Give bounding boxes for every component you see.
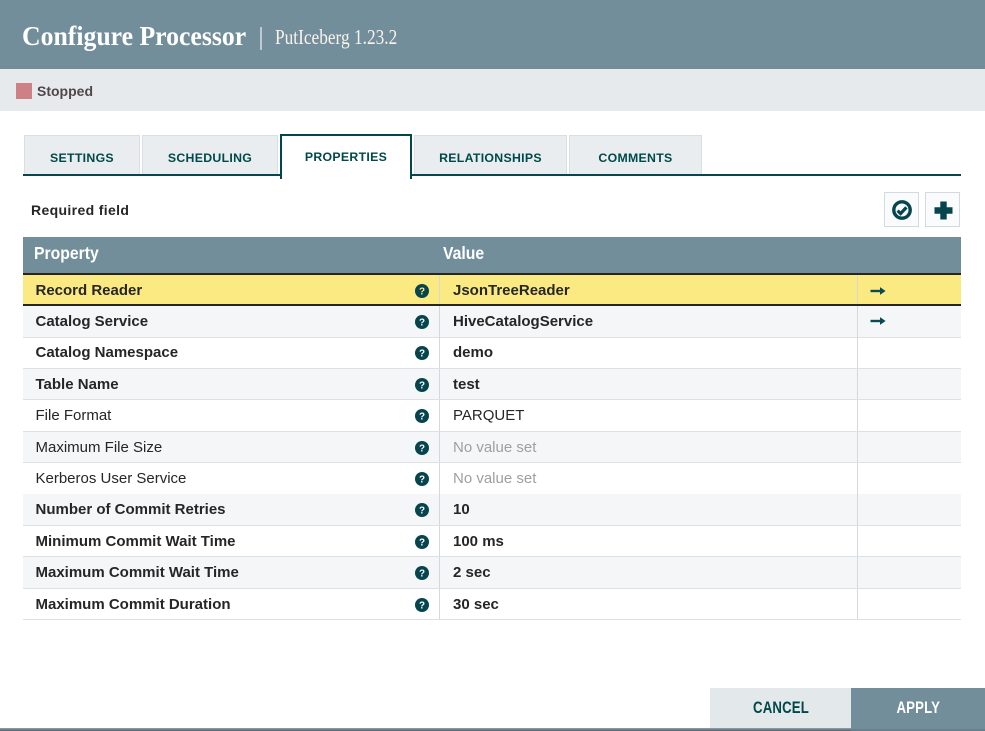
svg-text:?: ? <box>419 475 425 486</box>
svg-text:?: ? <box>419 443 425 454</box>
svg-text:?: ? <box>419 506 425 517</box>
svg-text:?: ? <box>419 600 425 611</box>
svg-text:?: ? <box>419 380 425 391</box>
svg-text:?: ? <box>419 318 425 329</box>
svg-text:?: ? <box>419 537 425 548</box>
svg-text:?: ? <box>419 286 425 297</box>
svg-text:?: ? <box>419 569 425 580</box>
svg-text:?: ? <box>419 349 425 360</box>
svg-text:?: ? <box>419 412 425 423</box>
